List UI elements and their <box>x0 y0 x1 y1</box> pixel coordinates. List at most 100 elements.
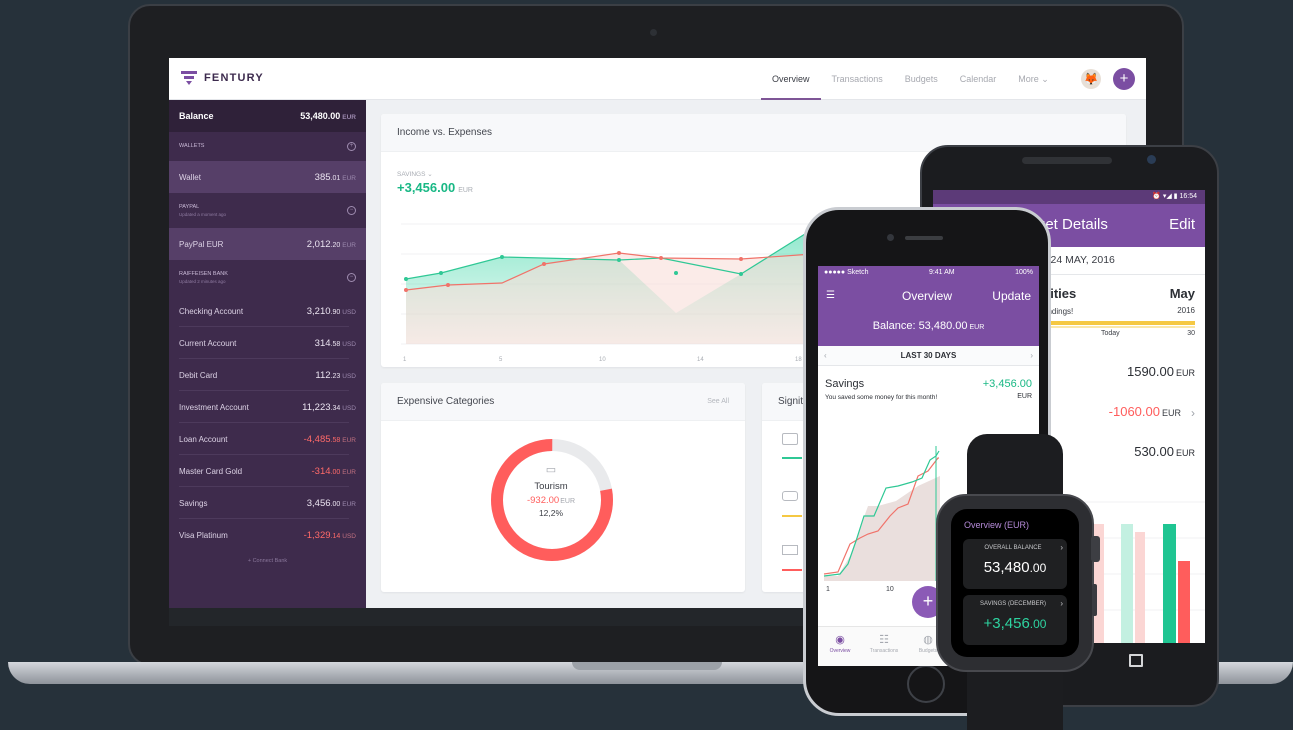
minus-circle-icon[interactable]: − <box>347 206 356 215</box>
tab-more[interactable]: More ⌄ <box>1007 58 1060 100</box>
budget-progress-track <box>1037 326 1195 328</box>
watch-screen: Overview (EUR) OVERALL BALANCE › 53,480.… <box>951 509 1079 657</box>
sidebar-account-row[interactable]: Savings 3,456.00 EUR <box>169 487 366 519</box>
tab-transactions[interactable]: Transactions <box>821 58 894 100</box>
x-tick: 14 <box>697 357 704 363</box>
sidebar-group-paypal[interactable]: PAYPAL Updated a moment ago − <box>169 193 366 228</box>
savings-label-text: SAVINGS <box>397 171 426 178</box>
sidebar-group-wallets[interactable]: WALLETS + <box>169 132 366 161</box>
sidebar-item-wallet[interactable]: Wallet 385.01 EUR <box>169 161 366 193</box>
tab-overview[interactable]: Overview <box>761 58 821 100</box>
account-amount: 314.58 USD <box>315 338 356 349</box>
category-amount-value: -932.00 <box>526 495 560 506</box>
envelope-icon <box>782 433 798 445</box>
balance-value: 53,480.00 <box>300 111 341 121</box>
amount-int: 2,012 <box>306 238 331 250</box>
home-button-icon[interactable] <box>1129 654 1143 667</box>
plus-circle-icon[interactable]: + <box>347 142 356 151</box>
savings-currency: EUR <box>458 187 473 194</box>
connect-bank-link[interactable]: + Connect Bank <box>169 558 366 564</box>
sidebar-account-row[interactable]: Debit Card 112.23 USD <box>169 359 366 391</box>
status-icons: ⏰ ▾◢ ▮ <box>1152 193 1180 200</box>
amount-currency: EUR <box>342 500 356 508</box>
watch-band-top <box>967 434 1063 496</box>
update-button[interactable]: Update <box>992 289 1031 303</box>
tourism-icon: ▭ <box>545 464 557 476</box>
account-amount: -4,485.58 EUR <box>304 434 356 445</box>
savings-title: Savings <box>825 378 865 390</box>
iphone-header: ☰ Overview Update Balance: 53,480.00 EUR <box>818 280 1039 346</box>
list-icon: ☷ <box>879 634 889 646</box>
menu-icon[interactable]: ☰ <box>826 290 835 301</box>
bar-expense <box>1135 532 1145 643</box>
nav-tabs: Overview Transactions Budgets Calendar M… <box>761 58 1060 100</box>
brand-logo[interactable]: FENTURY <box>181 71 264 85</box>
chevron-left-icon[interactable]: ‹ <box>824 351 827 360</box>
tab-transactions[interactable]: ☷ Transactions <box>862 633 906 654</box>
savings-label[interactable]: SAVINGS ⌄ <box>397 170 433 178</box>
card-value: 53,480.00 <box>963 559 1067 576</box>
savings-value: +3,456.00 <box>982 378 1032 390</box>
top-navigation: FENTURY Overview Transactions Budgets Ca… <box>169 58 1146 100</box>
group-name: RAIFFEISEN BANK <box>179 270 228 277</box>
side-button[interactable] <box>1092 584 1097 616</box>
account-label: Current Account <box>179 338 237 348</box>
tab-calendar[interactable]: Calendar <box>949 58 1008 100</box>
chevron-right-icon: › <box>1060 543 1063 552</box>
sidebar-account-row[interactable]: Current Account 314.58 USD <box>169 327 366 359</box>
speaker-grille <box>1022 157 1112 164</box>
account-amount: 112.23 USD <box>315 370 356 381</box>
amount-currency: USD <box>342 532 356 540</box>
x-tick: 1 <box>826 586 830 593</box>
tab-budgets[interactable]: Budgets <box>894 58 949 100</box>
x-tick: 1 <box>403 357 407 363</box>
sidebar-group-raiffeisen[interactable]: RAIFFEISEN BANK Updated 2 minutes ago − <box>169 260 366 295</box>
amount-currency: EUR <box>342 436 356 444</box>
value-int: +3,456 <box>983 615 1030 632</box>
savings-card[interactable]: SAVINGS (DECEMBER) › +3,456.00 <box>963 595 1067 645</box>
eye-icon: ◉ <box>835 634 845 646</box>
see-all-link[interactable]: See All <box>707 398 729 405</box>
car-icon <box>782 491 798 501</box>
donut-center: ▭ Tourism -932.00EUR 12,2% <box>501 463 601 518</box>
chevron-right-icon[interactable]: › <box>1030 351 1033 360</box>
card-value: +3,456.00 <box>963 615 1067 632</box>
account-amount: 3,210.90 USD <box>307 306 356 317</box>
category-amount-currency: EUR <box>560 498 575 505</box>
sidebar-account-row[interactable]: Loan Account -4,485.58 EUR <box>169 423 366 455</box>
amount-currency: EUR <box>342 174 356 182</box>
card-header: Expensive Categories See All <box>381 383 745 421</box>
overall-balance-card[interactable]: OVERALL BALANCE › 53,480.00 <box>963 539 1067 589</box>
add-button[interactable]: + <box>1113 68 1135 90</box>
sidebar-account-row[interactable]: Master Card Gold -314.00 EUR <box>169 455 366 487</box>
sidebar-balance[interactable]: Balance 53,480.00 EUR <box>169 100 366 132</box>
expense-point <box>739 257 743 261</box>
sidebar-account-row[interactable]: Checking Account 3,210.90 USD <box>169 295 366 327</box>
account-amount: 11,223.34 USD <box>302 402 356 413</box>
balance-currency: EUR <box>969 324 985 331</box>
sidebar-account-row[interactable]: Visa Platinum -1,329.14 USD <box>169 519 366 551</box>
account-label: Visa Platinum <box>179 530 228 540</box>
sidebar-item-paypal-eur[interactable]: PayPal EUR 2,012.20 EUR <box>169 228 366 260</box>
card-label: SAVINGS (DECEMBER) <box>980 601 1046 607</box>
avatar[interactable]: 🦊 <box>1081 69 1101 89</box>
account-amount: 385.01 EUR <box>315 172 356 183</box>
home-button[interactable] <box>907 665 945 703</box>
digital-crown[interactable] <box>1091 536 1100 562</box>
status-time: 16:54 <box>1179 193 1197 200</box>
balance-label: Balance <box>179 111 214 121</box>
account-label: Debit Card <box>179 370 218 380</box>
plus-icon: + <box>1119 70 1129 87</box>
amount-int: 112 <box>315 369 331 381</box>
amount-int: -314 <box>311 465 331 477</box>
amount-currency: EUR <box>342 241 356 249</box>
minus-circle-icon[interactable]: − <box>347 273 356 282</box>
value-dec: .00 <box>1029 617 1047 631</box>
budget-spent-row[interactable]: -1060.00 EUR <box>1109 404 1181 419</box>
budget-currency: EUR <box>1161 408 1181 418</box>
edit-button[interactable]: Edit <box>1169 216 1195 233</box>
sidebar-account-row[interactable]: Investment Account 11,223.34 USD <box>169 391 366 423</box>
x-tick: 18 <box>795 357 802 363</box>
account-label: Master Card Gold <box>179 466 243 476</box>
tab-overview[interactable]: ◉ Overview <box>818 633 862 654</box>
